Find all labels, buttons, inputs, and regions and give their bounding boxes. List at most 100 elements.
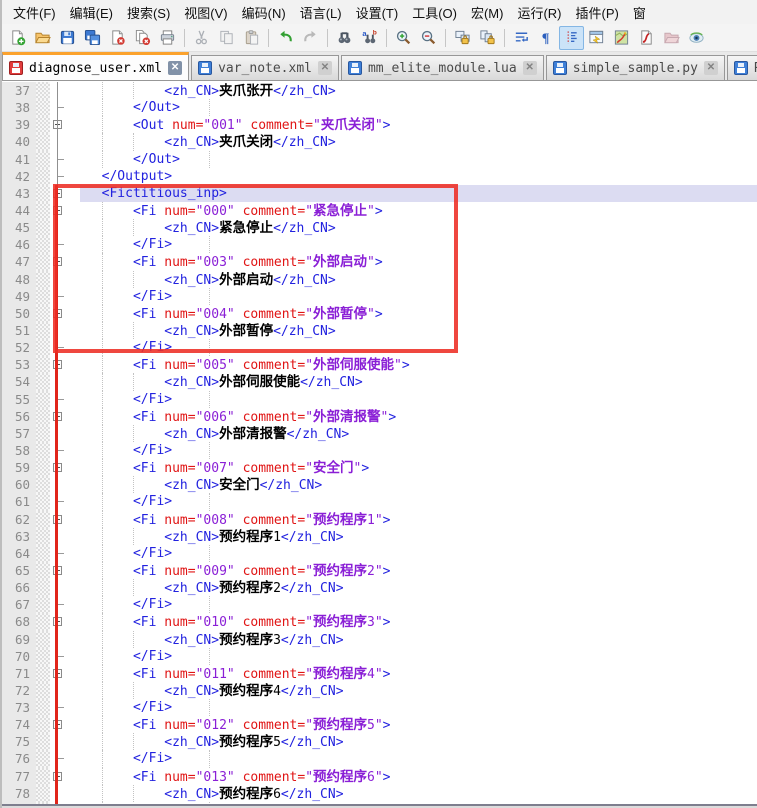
bookmark-margin[interactable] xyxy=(36,356,50,373)
line-number[interactable]: 48 xyxy=(2,271,36,288)
horizontal-scrollbar-edge[interactable] xyxy=(2,804,757,808)
tab-close-button[interactable]: ✕ xyxy=(704,61,718,75)
cut-button[interactable] xyxy=(189,26,214,50)
close-file-button[interactable] xyxy=(105,26,130,50)
tab-Rob[interactable]: Rob xyxy=(727,55,757,80)
menu-item-1[interactable]: 文件(F) xyxy=(6,0,63,24)
bookmark-margin[interactable] xyxy=(36,151,50,168)
code-text[interactable]: <Fi num="010" comment="预约程序3"> xyxy=(80,613,757,630)
bookmark-margin[interactable] xyxy=(36,202,50,219)
bookmark-margin[interactable] xyxy=(36,493,50,510)
line-number[interactable]: 70 xyxy=(2,648,36,665)
code-text[interactable]: <Fi num="011" comment="预约程序4"> xyxy=(80,665,757,682)
code-text[interactable]: <Fi num="007" comment="安全门"> xyxy=(80,459,757,476)
paste-button[interactable] xyxy=(239,26,264,50)
code-text[interactable]: </Fi> xyxy=(80,236,757,253)
bookmark-margin[interactable] xyxy=(36,631,50,648)
code-text[interactable]: <Fi num="000" comment="紧急停止"> xyxy=(80,202,757,219)
menu-item-5[interactable]: 编码(N) xyxy=(235,0,293,24)
line-number[interactable]: 76 xyxy=(2,750,36,767)
line-number[interactable]: 43 xyxy=(2,185,36,202)
line-number[interactable]: 46 xyxy=(2,236,36,253)
tab-var_note.xml[interactable]: var_note.xml✕ xyxy=(191,55,339,80)
bookmark-margin[interactable] xyxy=(36,750,50,767)
code-text[interactable]: <zh_CN>预约程序2</zh_CN> xyxy=(80,579,757,596)
code-text[interactable]: <zh_CN>预约程序4</zh_CN> xyxy=(80,682,757,699)
code-text[interactable]: <Fi num="004" comment="外部暂停"> xyxy=(80,305,757,322)
code-text[interactable]: </Fi> xyxy=(80,750,757,767)
save-file-button[interactable] xyxy=(55,26,80,50)
user-defined-language-button[interactable] xyxy=(634,26,659,50)
code-text[interactable]: </Fi> xyxy=(80,648,757,665)
code-text[interactable]: </Fi> xyxy=(80,699,757,716)
line-number[interactable]: 68 xyxy=(2,613,36,630)
bookmark-margin[interactable] xyxy=(36,219,50,236)
menu-item-8[interactable]: 工具(O) xyxy=(405,0,464,24)
bookmark-margin[interactable] xyxy=(36,665,50,682)
bookmark-margin[interactable] xyxy=(36,716,50,733)
line-number[interactable]: 61 xyxy=(2,493,36,510)
menu-item-7[interactable]: 设置(T) xyxy=(349,0,406,24)
code-text[interactable]: <Fi num="003" comment="外部启动"> xyxy=(80,253,757,270)
code-text[interactable]: <Fi num="005" comment="外部伺服使能"> xyxy=(80,356,757,373)
bookmark-margin[interactable] xyxy=(36,168,50,185)
bookmark-margin[interactable] xyxy=(36,648,50,665)
code-text[interactable]: <zh_CN>夹爪张开</zh_CN> xyxy=(80,82,757,99)
bookmark-margin[interactable] xyxy=(36,373,50,390)
line-number[interactable]: 75 xyxy=(2,733,36,750)
line-number[interactable]: 53 xyxy=(2,356,36,373)
line-number[interactable]: 45 xyxy=(2,219,36,236)
code-text[interactable]: </Out> xyxy=(80,99,757,116)
code-text[interactable]: <Fi num="013" comment="预约程序6"> xyxy=(80,768,757,785)
bookmark-margin[interactable] xyxy=(36,511,50,528)
code-text[interactable]: <zh_CN>预约程序3</zh_CN> xyxy=(80,631,757,648)
tab-diagnose_user.xml[interactable]: diagnose_user.xml✕ xyxy=(2,52,189,81)
code-text[interactable]: <zh_CN>外部清报警</zh_CN> xyxy=(80,425,757,442)
code-text[interactable]: <zh_CN>夹爪关闭</zh_CN> xyxy=(80,133,757,150)
code-text[interactable]: </Fi> xyxy=(80,596,757,613)
line-number[interactable]: 47 xyxy=(2,253,36,270)
print-button[interactable] xyxy=(155,26,180,50)
line-number[interactable]: 67 xyxy=(2,596,36,613)
bookmark-margin[interactable] xyxy=(36,116,50,133)
menu-item-9[interactable]: 宏(M) xyxy=(464,0,511,24)
bookmark-margin[interactable] xyxy=(36,391,50,408)
bookmark-margin[interactable] xyxy=(36,733,50,750)
bookmark-margin[interactable] xyxy=(36,82,50,99)
menu-item-10[interactable]: 运行(R) xyxy=(510,0,568,24)
new-file-button[interactable] xyxy=(5,26,30,50)
menu-item-6[interactable]: 语言(L) xyxy=(293,0,349,24)
document-map-button[interactable] xyxy=(609,26,634,50)
tab-close-button[interactable]: ✕ xyxy=(318,61,332,75)
word-wrap-button[interactable] xyxy=(509,26,534,50)
code-text[interactable]: <zh_CN>紧急停止</zh_CN> xyxy=(80,219,757,236)
function-list-button[interactable] xyxy=(584,26,609,50)
code-text[interactable]: <Out num="001" comment="夹爪关闭"> xyxy=(80,116,757,133)
monitoring-button[interactable] xyxy=(684,26,709,50)
tab-mm_elite_module.lua[interactable]: mm_elite_module.lua✕ xyxy=(341,55,544,80)
code-text[interactable]: </Fi> xyxy=(80,288,757,305)
sync-horizontal-scrolling-button[interactable] xyxy=(475,26,500,50)
bookmark-margin[interactable] xyxy=(36,476,50,493)
line-number[interactable]: 69 xyxy=(2,631,36,648)
bookmark-margin[interactable] xyxy=(36,459,50,476)
show-indent-guide-button[interactable] xyxy=(559,26,584,50)
bookmark-margin[interactable] xyxy=(36,579,50,596)
copy-button[interactable] xyxy=(214,26,239,50)
undo-button[interactable] xyxy=(273,26,298,50)
bookmark-margin[interactable] xyxy=(36,236,50,253)
line-number[interactable]: 74 xyxy=(2,716,36,733)
code-text[interactable]: <Fi num="008" comment="预约程序1"> xyxy=(80,511,757,528)
bookmark-margin[interactable] xyxy=(36,253,50,270)
line-number[interactable]: 58 xyxy=(2,442,36,459)
code-text[interactable]: <zh_CN>预约程序1</zh_CN> xyxy=(80,528,757,545)
bookmark-margin[interactable] xyxy=(36,339,50,356)
line-number[interactable]: 59 xyxy=(2,459,36,476)
bookmark-margin[interactable] xyxy=(36,99,50,116)
line-number[interactable]: 51 xyxy=(2,322,36,339)
code-text[interactable]: </Fi> xyxy=(80,391,757,408)
bookmark-margin[interactable] xyxy=(36,322,50,339)
code-text[interactable]: <Fictitious_inp> xyxy=(80,185,757,202)
code-text[interactable]: </Out> xyxy=(80,151,757,168)
code-text[interactable]: <zh_CN>预约程序6</zh_CN> xyxy=(80,785,757,802)
